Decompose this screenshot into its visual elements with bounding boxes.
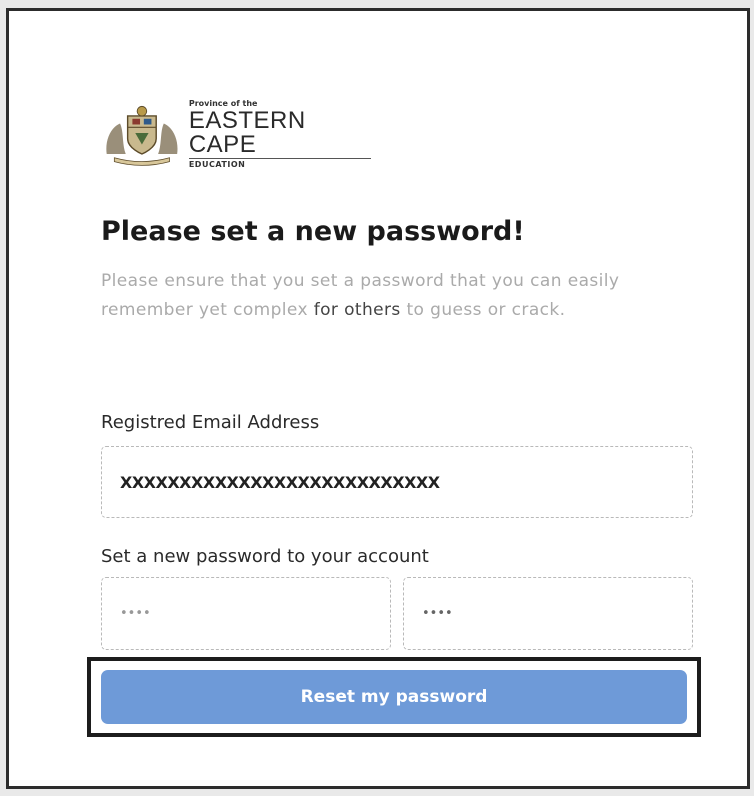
page-description: Please ensure that you set a password th… bbox=[101, 267, 686, 325]
logo-title: EASTERN CAPE bbox=[188, 108, 371, 159]
email-field[interactable] bbox=[101, 446, 693, 518]
reset-password-card: Province of the EASTERN CAPE EDUCATION P… bbox=[9, 11, 747, 786]
logo-subtitle: EDUCATION bbox=[188, 159, 246, 169]
screenshot-frame: Province of the EASTERN CAPE EDUCATION P… bbox=[6, 8, 750, 789]
logo-text: Province of the EASTERN CAPE EDUCATION bbox=[188, 99, 371, 169]
confirm-password-field[interactable] bbox=[403, 577, 693, 650]
new-password-field[interactable] bbox=[101, 577, 391, 650]
coat-of-arms-icon bbox=[106, 105, 178, 166]
email-label: Registred Email Address bbox=[101, 412, 320, 433]
eastern-cape-education-logo: Province of the EASTERN CAPE EDUCATION bbox=[101, 99, 371, 169]
reset-button-highlight: Reset my password bbox=[87, 657, 701, 737]
description-text-emphasis: for others bbox=[313, 300, 401, 320]
reset-password-button[interactable]: Reset my password bbox=[101, 670, 687, 724]
new-password-label: Set a new password to your account bbox=[101, 546, 429, 567]
description-text-end: to guess or crack. bbox=[400, 300, 566, 320]
page-title: Please set a new password! bbox=[101, 216, 525, 247]
